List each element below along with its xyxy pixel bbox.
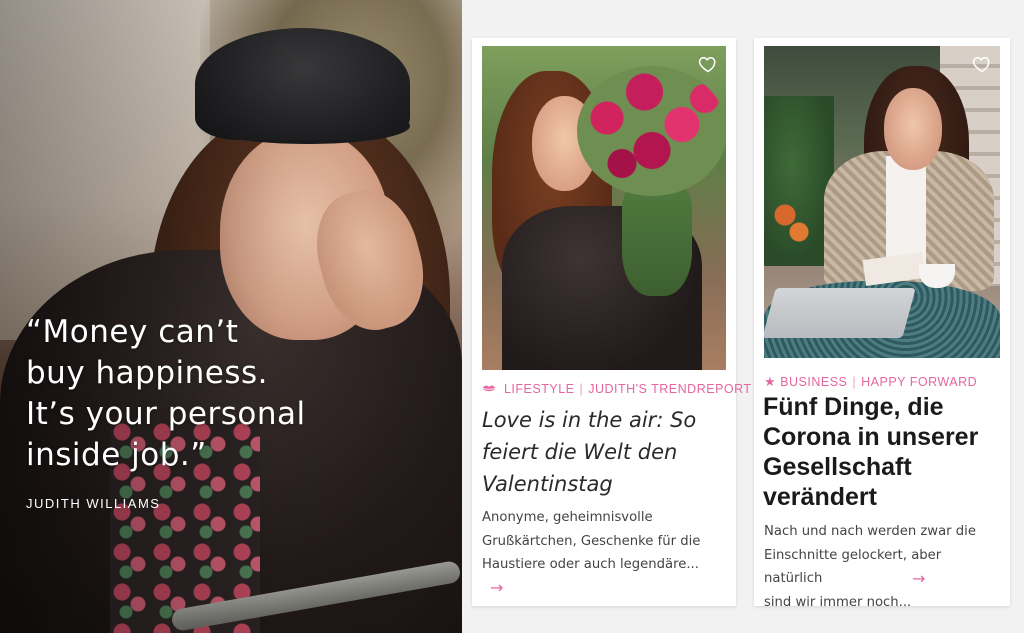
hero-quote: “Money can’t buy happiness. It’s your pe… [26,312,356,476]
category-link[interactable]: BUSINESS [780,375,847,389]
photo-flowers [577,66,726,196]
article-title-line: feiert die Welt den [482,440,678,464]
article-title[interactable]: Love is in the air: So feiert die Welt d… [482,404,728,500]
article-excerpt: Nach und nach werden zwar die Einschnitt… [764,520,1002,614]
hero-quote-line: inside job.” [26,437,207,473]
category-separator: | [852,375,857,389]
category-separator: | [579,382,584,396]
article-excerpt-line: Anonyme, geheimnisvolle [482,510,653,525]
article-title-line: Corona in unserer [763,423,979,451]
article-excerpt: Anonyme, geheimnisvolle Grußkärtchen, Ge… [482,506,728,577]
article-title-line: Love is in the air: So [482,408,697,432]
article-excerpt-line: Nach und nach werden zwar die [764,524,976,539]
hero-quote-author: JUDITH WILLIAMS [26,496,161,511]
heart-icon[interactable] [698,54,718,74]
photo-face [884,88,942,170]
category-link[interactable]: LIFESTYLE [504,382,575,396]
article-excerpt-line: Einschnitte gelockert, aber natürlich [764,547,942,587]
article-card[interactable]: ★ BUSINESS | HAPPY FORWARD Fünf Dinge, die … [754,38,1010,610]
category-link[interactable]: JUDITH'S TRENDREPORT [588,382,751,396]
article-image[interactable] [482,46,726,370]
article-title-line: Gesellschaft [763,453,912,481]
hero-quote-line: “Money can’t [26,314,239,350]
article-title-line: verändert [763,483,877,511]
hero-quote-line: buy happiness. [26,355,269,391]
article-card[interactable]: LIFESTYLE | JUDITH'S TRENDREPORT Love is i… [472,38,751,606]
article-photo-cafe [764,46,1000,358]
article-excerpt-line: Grußkärtchen, Geschenke für die [482,533,701,549]
lips-icon [482,382,496,396]
read-more-arrow-icon[interactable]: → [490,578,503,597]
hero-quote-line: It’s your personal [26,396,306,432]
photo-stems [622,186,692,296]
article-categories: LIFESTYLE | JUDITH'S TRENDREPORT [482,382,751,396]
hero-banner: “Money can’t buy happiness. It’s your pe… [0,0,462,633]
article-title[interactable]: Fünf Dinge, die Corona in unserer Gesell… [763,392,1002,512]
article-image[interactable] [764,46,1000,358]
article-title-line: Valentinstag [482,472,613,496]
heart-icon[interactable] [972,54,992,74]
article-photo-valentine [482,46,726,370]
star-icon: ★ [764,374,777,389]
article-excerpt-line: Haustiere oder auch legendäre... [482,557,699,572]
photo-laptop [764,288,916,338]
article-excerpt-line: sind wir immer noch... [764,594,912,610]
read-more-arrow-icon[interactable]: → [912,569,925,588]
category-link[interactable]: HAPPY FORWARD [861,375,977,389]
article-title-line: Fünf Dinge, die [763,393,944,421]
photo-shirt [886,156,926,266]
article-categories: ★ BUSINESS | HAPPY FORWARD [764,374,1002,390]
